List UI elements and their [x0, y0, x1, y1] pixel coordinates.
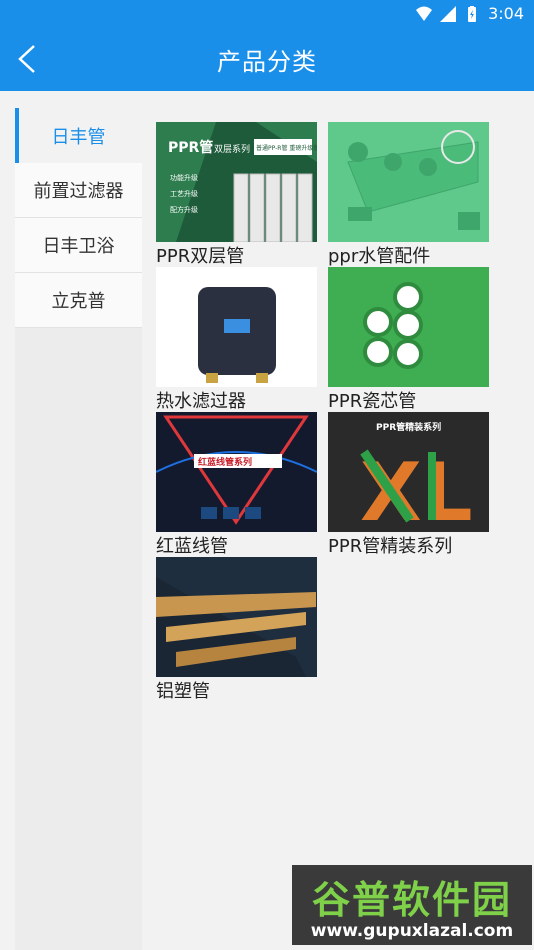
sidebar-item-pre-filter[interactable]: 前置过滤器 [15, 163, 142, 218]
product-image-title: 红蓝线管系列 [198, 456, 252, 468]
product-name: 铝塑管 [156, 681, 210, 701]
product-image [328, 267, 489, 387]
battery-icon [468, 5, 477, 22]
product-name: PPR管精装系列 [328, 536, 453, 556]
product-card[interactable]: PPR管 双层系列 普通PP-R管 重磅升级版 功能升级 工艺升级 配方升级 P… [156, 122, 318, 266]
product-image: PPR管精装系列 XL [328, 412, 489, 532]
product-card[interactable]: ppr水管配件 [328, 122, 490, 266]
product-image [328, 122, 489, 242]
category-sidebar: 日丰管 前置过滤器 日丰卫浴 立克普 [15, 108, 142, 950]
product-image-title: PPR管精装系列 [376, 421, 441, 433]
product-card[interactable]: 铝塑管 [156, 557, 318, 701]
sidebar-item-likepu[interactable]: 立克普 [15, 273, 142, 328]
product-name: PPR双层管 [156, 246, 245, 266]
product-name: PPR瓷芯管 [328, 391, 417, 411]
product-image-subtitle: 双层系列 [214, 143, 250, 155]
status-icons: 3:04 [416, 4, 524, 23]
app-bar: 产品分类 [0, 28, 534, 91]
product-name: 热水滤过器 [156, 391, 246, 411]
product-image-line: 功能升级 [170, 173, 198, 182]
status-bar: 3:04 [0, 0, 534, 28]
signal-icon [440, 5, 457, 22]
product-name: 红蓝线管 [156, 536, 228, 556]
wifi-icon [416, 6, 433, 21]
product-image-line: 工艺升级 [170, 189, 198, 198]
watermark-url: www.gupuxlazal.com [310, 921, 514, 941]
product-card[interactable]: PPR瓷芯管 [328, 267, 490, 411]
status-time: 3:04 [488, 4, 524, 23]
product-image [156, 267, 317, 387]
sidebar-item-rifeng-pipe[interactable]: 日丰管 [15, 108, 142, 163]
product-card[interactable]: PPR管精装系列 XL PPR管精装系列 [328, 412, 490, 556]
product-image [156, 557, 317, 677]
watermark-logo-text: 谷普软件园 [311, 878, 512, 922]
product-image-title: PPR管 [168, 139, 213, 156]
product-card[interactable]: 红蓝线管系列 红蓝线管 [156, 412, 318, 556]
page-title: 产品分类 [217, 48, 317, 76]
product-image-logo: XL [360, 446, 473, 532]
product-name: ppr水管配件 [328, 246, 431, 266]
product-image-line: 配方升级 [170, 205, 198, 214]
product-image: PPR管 双层系列 普通PP-R管 重磅升级版 功能升级 工艺升级 配方升级 [156, 122, 317, 242]
product-image: 红蓝线管系列 [156, 412, 317, 532]
product-card[interactable]: 热水滤过器 [156, 267, 318, 411]
sidebar-item-rifeng-bathroom[interactable]: 日丰卫浴 [15, 218, 142, 273]
watermark: 谷普软件园 www.gupuxlazal.com [292, 865, 532, 945]
product-image-badge: 普通PP-R管 重磅升级版 [256, 144, 317, 152]
